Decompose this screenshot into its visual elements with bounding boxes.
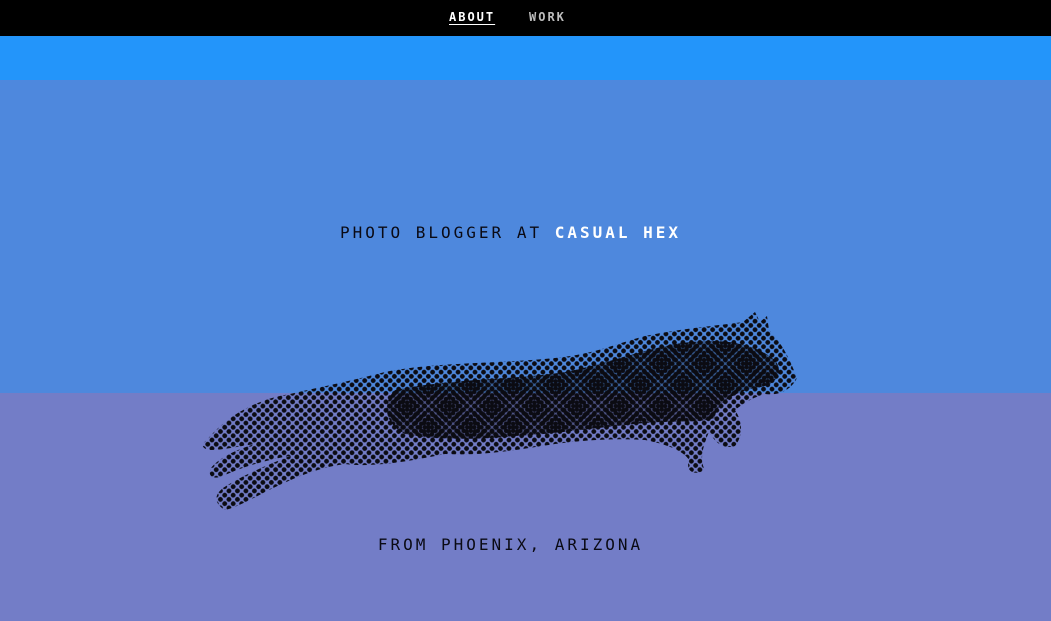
nav-work-link[interactable]: WORK (529, 10, 566, 24)
tagline-prefix: PHOTO BLOGGER AT (339, 223, 543, 242)
nav-about-link[interactable]: ABOUT (449, 10, 495, 24)
tagline: PHOTO BLOGGER AT CASUAL HEX (0, 223, 1021, 242)
leaping-cat-image (195, 300, 805, 515)
leaping-cat-icon (202, 312, 797, 510)
brand-link[interactable]: CASUAL HEX (555, 223, 681, 242)
location-text: FROM PHOENIX, ARIZONA (377, 535, 644, 554)
page: ABOUT WORK PHOTO BLOGGER AT CASUAL HEX F… (0, 0, 1051, 621)
accent-band (0, 36, 1051, 80)
top-navigation: ABOUT WORK (0, 0, 1051, 36)
